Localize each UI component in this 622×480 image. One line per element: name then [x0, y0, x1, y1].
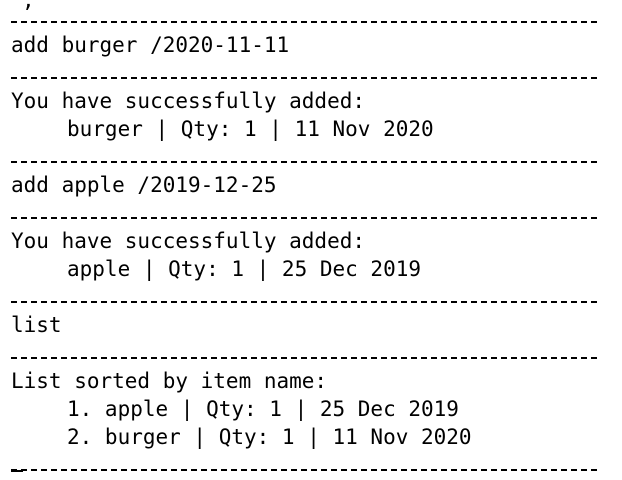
separator-line: [11, 469, 597, 471]
cursor-underline: [11, 470, 23, 472]
response-item: burger | Qty: 1 | 11 Nov 2020: [67, 117, 434, 141]
separator-line: [11, 357, 597, 359]
separator-line: [11, 301, 597, 303]
response-header: You have successfully added:: [11, 229, 366, 253]
clipped-glyph: ,: [22, 0, 35, 12]
list-item: 1. apple | Qty: 1 | 25 Dec 2019: [67, 397, 459, 421]
separator-line: [11, 77, 597, 79]
list-header: List sorted by item name:: [11, 369, 328, 393]
response-item: apple | Qty: 1 | 25 Dec 2019: [67, 257, 422, 281]
separator-line: [11, 217, 597, 219]
separator-line: [11, 21, 597, 23]
command-line: list: [11, 313, 62, 337]
command-line: add apple /2019-12-25: [11, 173, 277, 197]
separator-line: [11, 161, 597, 163]
terminal-output[interactable]: , add burger /2020-11-11 You have succes…: [0, 0, 622, 480]
response-header: You have successfully added:: [11, 89, 366, 113]
command-line: add burger /2020-11-11: [11, 33, 290, 57]
list-item: 2. burger | Qty: 1 | 11 Nov 2020: [67, 425, 472, 449]
